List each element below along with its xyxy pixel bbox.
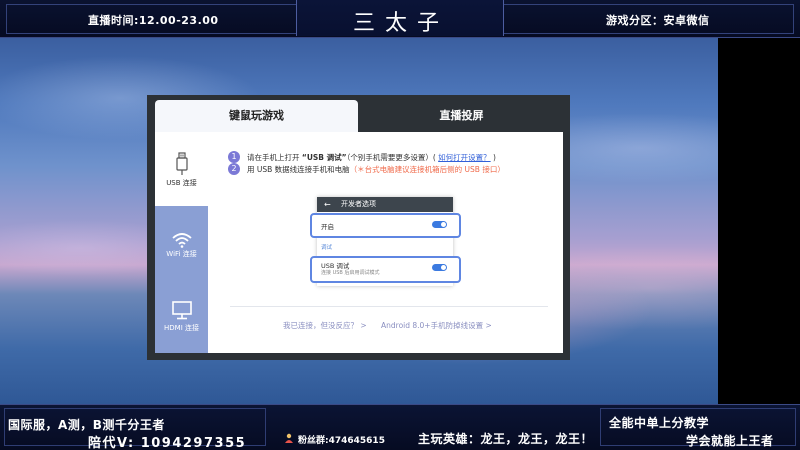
- no-response-link[interactable]: 我已连接，但没反应？ >: [283, 320, 367, 331]
- step-pre: 请在手机上打开: [247, 153, 302, 162]
- fan-group-text: 粉丝群:474645615: [298, 436, 385, 446]
- usb-icon: [176, 152, 188, 175]
- back-arrow-icon: ←: [324, 200, 331, 209]
- how-to-open-settings-link[interactable]: 如何打开设置？: [438, 153, 491, 162]
- step-text: 用 USB 数据线连接手机和电脑（＊台式电脑建议连接机箱后侧的 USB 接口）: [247, 164, 505, 175]
- tab-live-cast[interactable]: 直播投屏: [360, 100, 563, 132]
- monitor-icon: [172, 301, 192, 320]
- sidebar-item-wifi[interactable]: WiFi 连接: [155, 206, 208, 280]
- android8-disconnect-link[interactable]: Android 8.0+手机防掉线设置 >: [381, 320, 492, 331]
- step-number: 1: [228, 151, 240, 163]
- black-side-panel: [718, 38, 800, 404]
- stream-overlay: 直播时间:12.00-23.00 三太子 游戏分区：安卓微信 键鼠玩游戏 直播投…: [0, 0, 800, 450]
- sidebar-item-usb[interactable]: USB 连接: [155, 132, 208, 206]
- stream-title: 三太子: [352, 11, 449, 36]
- server-info-text: 国际服，A测，B测千分王者: [8, 418, 165, 432]
- sidebar-item-label: HDMI 连接: [164, 324, 199, 332]
- slogan-line-2: 学会就能上王者: [686, 434, 774, 448]
- sidebar-item-label: WiFi 连接: [166, 250, 197, 258]
- step-mid: （个别手机需要更多设置）(: [346, 153, 439, 162]
- step-post: ): [490, 153, 496, 162]
- step-main-text: 用 USB 数据线连接手机和电脑: [247, 165, 350, 174]
- developer-option-label: 开启: [321, 223, 334, 231]
- debug-section-label: 调试: [321, 245, 333, 251]
- fan-group-icon: [285, 433, 293, 443]
- step-warning: （＊台式电脑建议连接机箱后侧的 USB 接口）: [349, 165, 505, 174]
- slogan-line-1: 全能中单上分教学: [609, 416, 710, 430]
- sidebar-item-label: USB 连接: [166, 179, 197, 187]
- phone-settings-header: ← 开发者选项: [317, 197, 453, 212]
- game-zone-text: 游戏分区：安卓微信: [606, 14, 710, 27]
- step-highlight: “USB 调试”: [301, 153, 347, 162]
- content-divider: [230, 306, 548, 307]
- usb-debug-toggle: [432, 264, 447, 271]
- step-number: 2: [228, 163, 240, 175]
- contact-text: 陪代V: 1094297355: [88, 436, 247, 450]
- tab-keyboard-mouse[interactable]: 键鼠玩游戏: [155, 100, 358, 132]
- live-time-text: 直播时间:12.00-23.00: [88, 14, 219, 27]
- sidebar-item-hdmi[interactable]: HDMI 连接: [155, 280, 208, 353]
- usb-debug-subtitle: 连接 USB 后启用调试模式: [321, 270, 380, 276]
- step-text: 请在手机上打开 “USB 调试”（个别手机需要更多设置）( 如何打开设置？ ): [247, 152, 496, 163]
- title-box: 三太子: [296, 0, 504, 36]
- phone-settings-title: 开发者选项: [341, 200, 376, 208]
- main-hero-text: 主玩英雄：龙王，龙王，龙王！: [418, 432, 594, 446]
- developer-option-toggle: [432, 221, 447, 228]
